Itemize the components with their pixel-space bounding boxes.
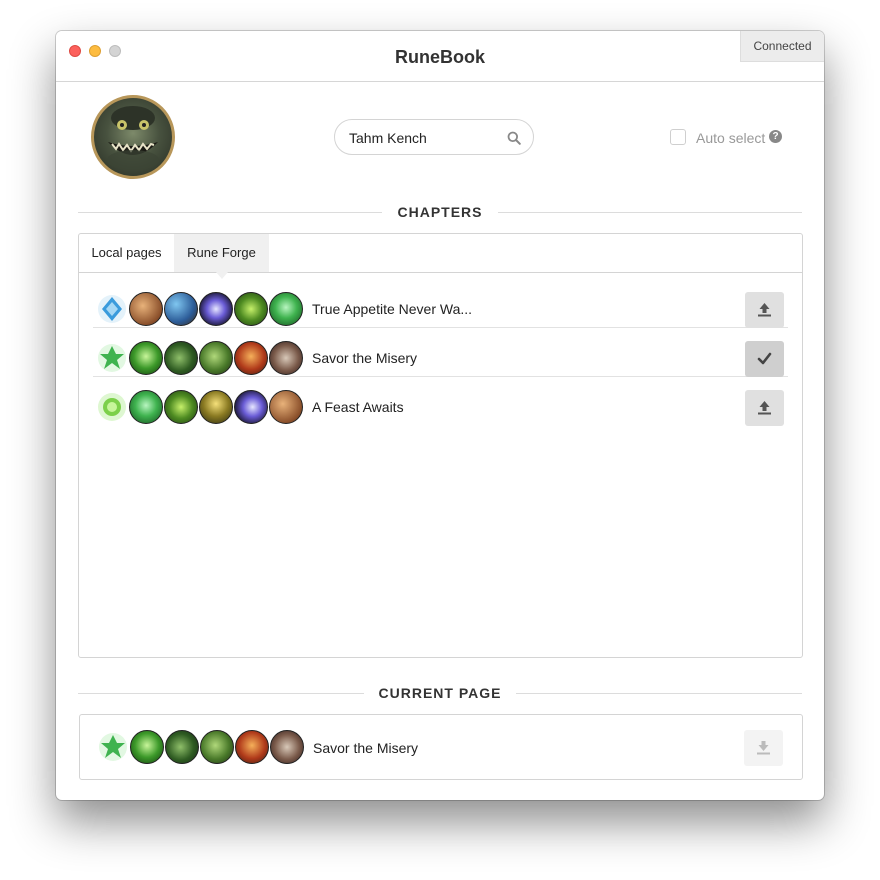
title-bar: RuneBook Connected [56,31,824,82]
resolve-keystone-icon [98,344,126,372]
rune-icon [269,341,303,375]
active-tab-caret [216,272,228,279]
current-rune-page-row: Savor the Misery [94,715,789,764]
precision-keystone-icon [98,295,126,323]
current-page-heading: CURRENT PAGE [56,685,824,703]
champion-avatar [91,95,175,179]
rune-icon [234,341,268,375]
champion-search-input[interactable] [349,128,499,148]
current-page-heading-text: CURRENT PAGE [363,685,517,701]
upload-icon [758,303,771,317]
rune-page-name: Savor the Misery [312,350,418,366]
app-title: RuneBook [395,47,485,67]
rune-page-row[interactable]: Savor the Misery [93,328,788,377]
rune-icon [234,390,268,424]
rune-icon [270,730,304,764]
resolve-keystone-icon [98,393,126,421]
resolve-keystone-icon [99,733,127,761]
rune-icon [269,292,303,326]
upload-page-button[interactable] [745,390,784,426]
check-icon [757,352,772,365]
connection-status-badge: Connected [740,31,824,62]
rune-icon [199,341,233,375]
rune-icon [235,730,269,764]
rune-icon [129,341,163,375]
champion-search-box [334,119,534,155]
download-icon [757,741,770,755]
rune-page-name: True Appetite Never Wa... [312,301,473,317]
current-page-name: Savor the Misery [313,740,419,756]
rune-icon [164,292,198,326]
rune-icon [130,730,164,764]
rune-icon [165,730,199,764]
upload-page-button[interactable] [745,292,784,328]
rune-page-row[interactable]: True Appetite Never Wa... [93,279,788,328]
rune-icon [129,390,163,424]
auto-select-label: Auto select [696,130,766,146]
tab-rune-forge[interactable]: Rune Forge [174,234,269,279]
chapters-panel: Local pages Rune Forge True Appetite Nev… [78,233,803,658]
chapters-heading: CHAPTERS [56,204,824,222]
chapters-tabs: Local pages Rune Forge [79,234,802,279]
tab-local-pages[interactable]: Local pages [79,234,174,272]
rune-icon [199,390,233,424]
tab-rune-forge-label: Rune Forge [187,245,256,260]
rune-page-row[interactable]: A Feast Awaits [93,377,788,426]
help-icon[interactable]: ? [769,130,782,143]
rune-icon [164,341,198,375]
selected-page-button[interactable] [745,341,784,377]
rune-icon [200,730,234,764]
rune-icon [269,390,303,424]
rune-icon [164,390,198,424]
rune-icon [199,292,233,326]
auto-select-checkbox[interactable] [670,129,686,145]
app-window: RuneBook Connected Auto select ? CHAPTER… [56,31,824,800]
upload-icon [758,401,771,415]
search-icon[interactable] [507,131,521,145]
rune-icon [129,292,163,326]
rune-icon [234,292,268,326]
chapters-heading-text: CHAPTERS [382,204,498,220]
rune-page-name: A Feast Awaits [312,399,404,415]
current-page-panel: Savor the Misery [79,714,803,780]
download-page-button[interactable] [744,730,783,766]
